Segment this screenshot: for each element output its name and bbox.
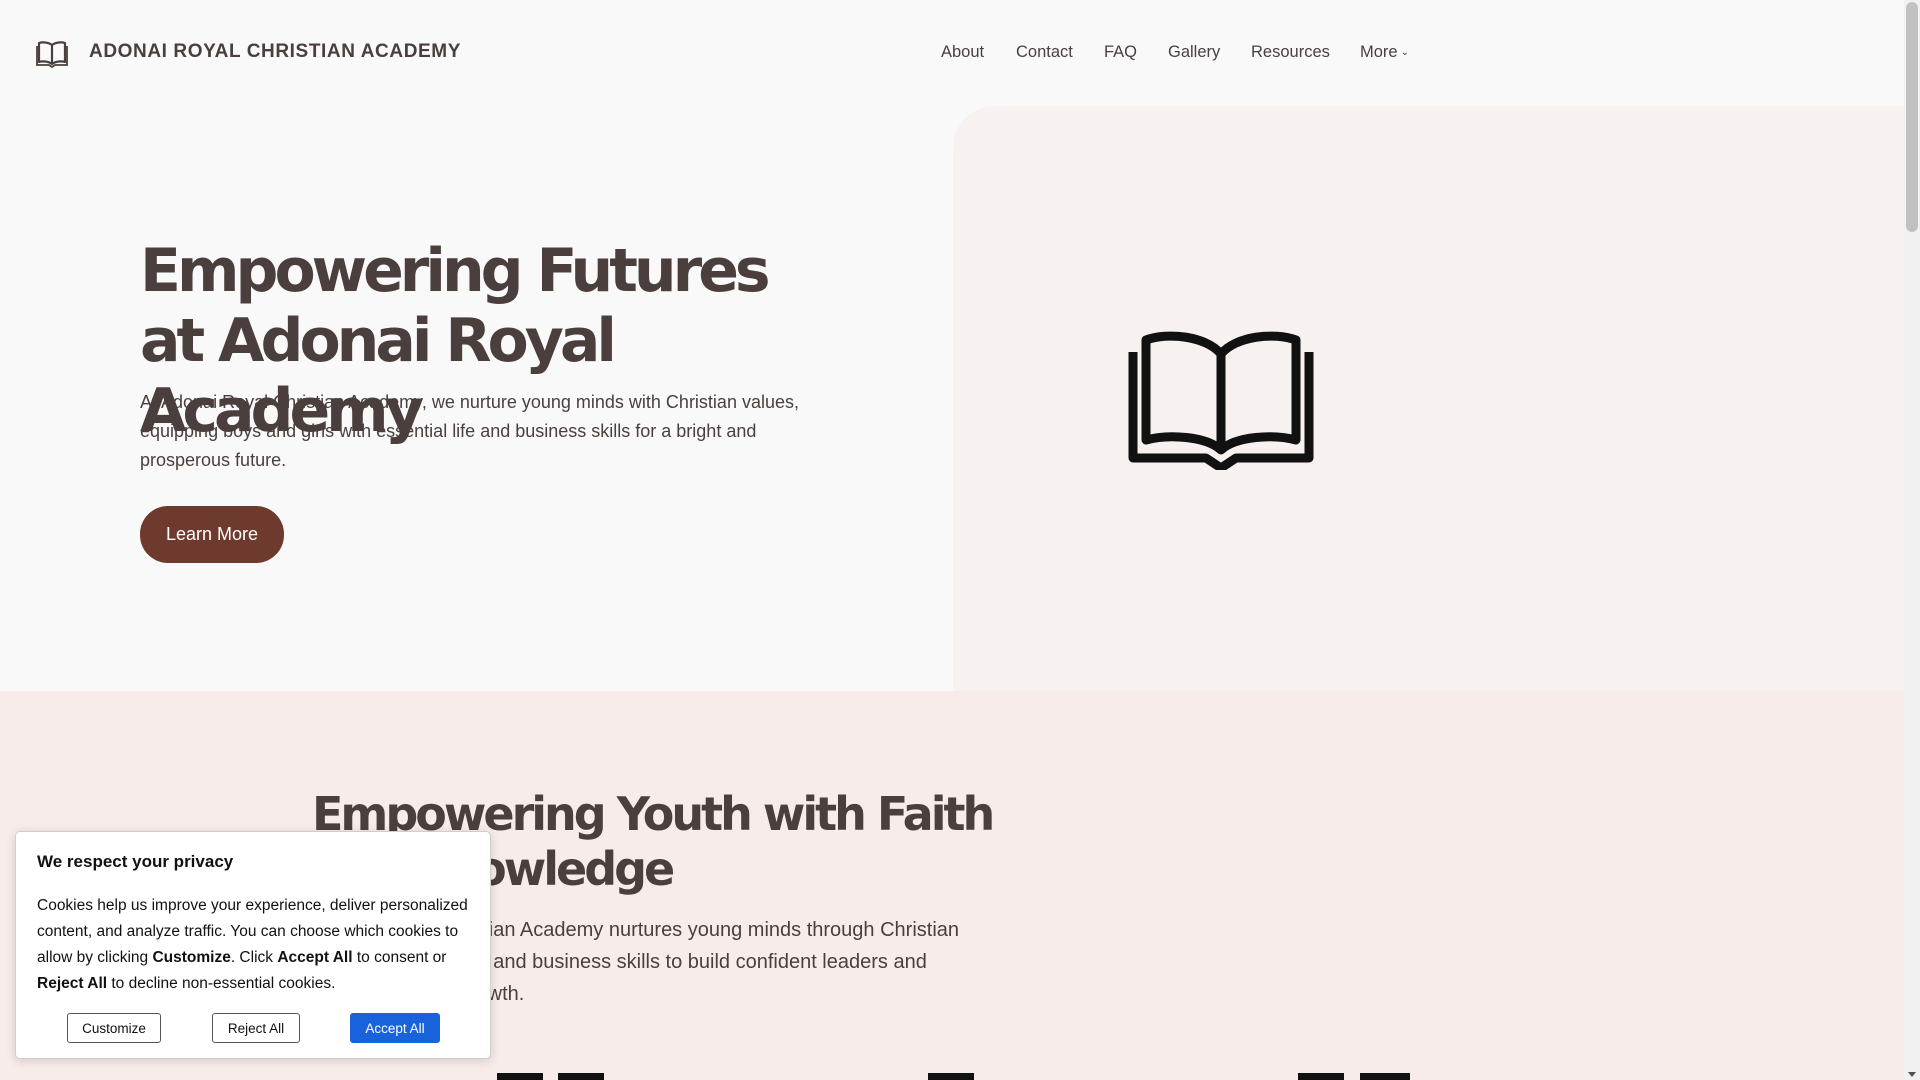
- hero-description: At Adonai Royal Christian Academy, we nu…: [140, 392, 799, 470]
- feature-icon-1b: [558, 1073, 604, 1080]
- cookie-consent-banner: We respect your privacy Cookies help us …: [15, 831, 491, 1059]
- cookie-text-part: . Click: [230, 949, 278, 966]
- feature-icon-1: [497, 1073, 543, 1080]
- cookie-description: Cookies help us improve your experience,…: [37, 893, 477, 997]
- hero-image-panel: [953, 106, 1904, 691]
- scrollbar-thumb[interactable]: [1906, 2, 1918, 232]
- nav-more[interactable]: More ⌄: [1360, 43, 1409, 62]
- feature-icon-2: [928, 1073, 974, 1080]
- cookie-text-part: to consent or: [352, 949, 447, 966]
- cookie-text-strong: Reject All: [37, 975, 108, 992]
- cookie-reject-button[interactable]: Reject All: [212, 1013, 300, 1043]
- cookie-text-strong: Accept All: [277, 949, 353, 966]
- cookie-text-part: to decline non-essential cookies.: [107, 975, 336, 992]
- cookie-accept-button[interactable]: Accept All: [350, 1013, 440, 1043]
- nav-gallery[interactable]: Gallery: [1168, 43, 1220, 62]
- open-book-icon: [1128, 331, 1314, 470]
- cookie-text-strong: Customize: [152, 949, 231, 966]
- chevron-down-icon: ⌄: [1400, 47, 1409, 58]
- feature-icon-3: [1298, 1073, 1344, 1080]
- cookie-customize-button[interactable]: Customize: [67, 1013, 161, 1043]
- page-scrollbar[interactable]: [1904, 0, 1920, 1080]
- site-title[interactable]: ADONAI ROYAL CHRISTIAN ACADEMY: [89, 41, 461, 63]
- cookie-title: We respect your privacy: [37, 852, 234, 871]
- feature-icon-3b: [1360, 1073, 1410, 1080]
- nav-more-label: More: [1360, 43, 1398, 61]
- site-header: ADONAI ROYAL CHRISTIAN ACADEMY About Con…: [0, 0, 1904, 106]
- nav-about[interactable]: About: [941, 43, 984, 62]
- nav-contact[interactable]: Contact: [1016, 43, 1073, 62]
- nav-faq[interactable]: FAQ: [1104, 43, 1137, 62]
- nav-resources[interactable]: Resources: [1251, 43, 1330, 62]
- scroll-down-arrow-icon[interactable]: [1908, 1072, 1916, 1077]
- book-icon[interactable]: [36, 38, 68, 68]
- learn-more-button[interactable]: Learn More: [140, 506, 284, 563]
